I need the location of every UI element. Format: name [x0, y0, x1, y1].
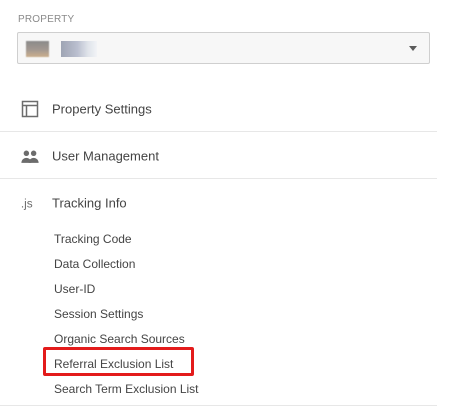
subnav-item-user-id[interactable]: User-ID: [54, 279, 95, 299]
subnav-item-tracking-code[interactable]: Tracking Code: [54, 229, 132, 249]
chevron-down-icon: [409, 46, 417, 51]
property-selector[interactable]: [17, 32, 430, 64]
redacted-property-part-2: [61, 41, 97, 57]
admin-property-panel: PROPERTY Property Settings User Manageme…: [0, 0, 456, 419]
subnav-item-organic-search-sources[interactable]: Organic Search Sources: [54, 329, 185, 349]
nav-item-label: Property Settings: [52, 101, 152, 116]
redacted-property-part-1: [26, 41, 49, 57]
nav-item-label: Tracking Info: [52, 195, 127, 211]
section-divider: [0, 405, 437, 406]
nav-item-tracking-info[interactable]: .js Tracking Info: [0, 180, 437, 226]
subnav-item-data-collection[interactable]: Data Collection: [54, 254, 135, 274]
svg-text:.js: .js: [21, 197, 33, 211]
property-settings-icon: [20, 99, 40, 119]
users-icon: [20, 146, 40, 166]
subnav-item-session-settings[interactable]: Session Settings: [54, 304, 143, 324]
property-label: PROPERTY: [18, 14, 75, 25]
nav-item-property-settings[interactable]: Property Settings: [0, 86, 437, 132]
nav-item-label: User Management: [52, 148, 159, 163]
nav-item-user-management[interactable]: User Management: [0, 133, 437, 179]
js-icon: .js: [20, 193, 40, 213]
subnav-item-referral-exclusion-list[interactable]: Referral Exclusion List: [54, 354, 173, 374]
subnav-item-search-term-exclusion-list[interactable]: Search Term Exclusion List: [54, 379, 199, 399]
